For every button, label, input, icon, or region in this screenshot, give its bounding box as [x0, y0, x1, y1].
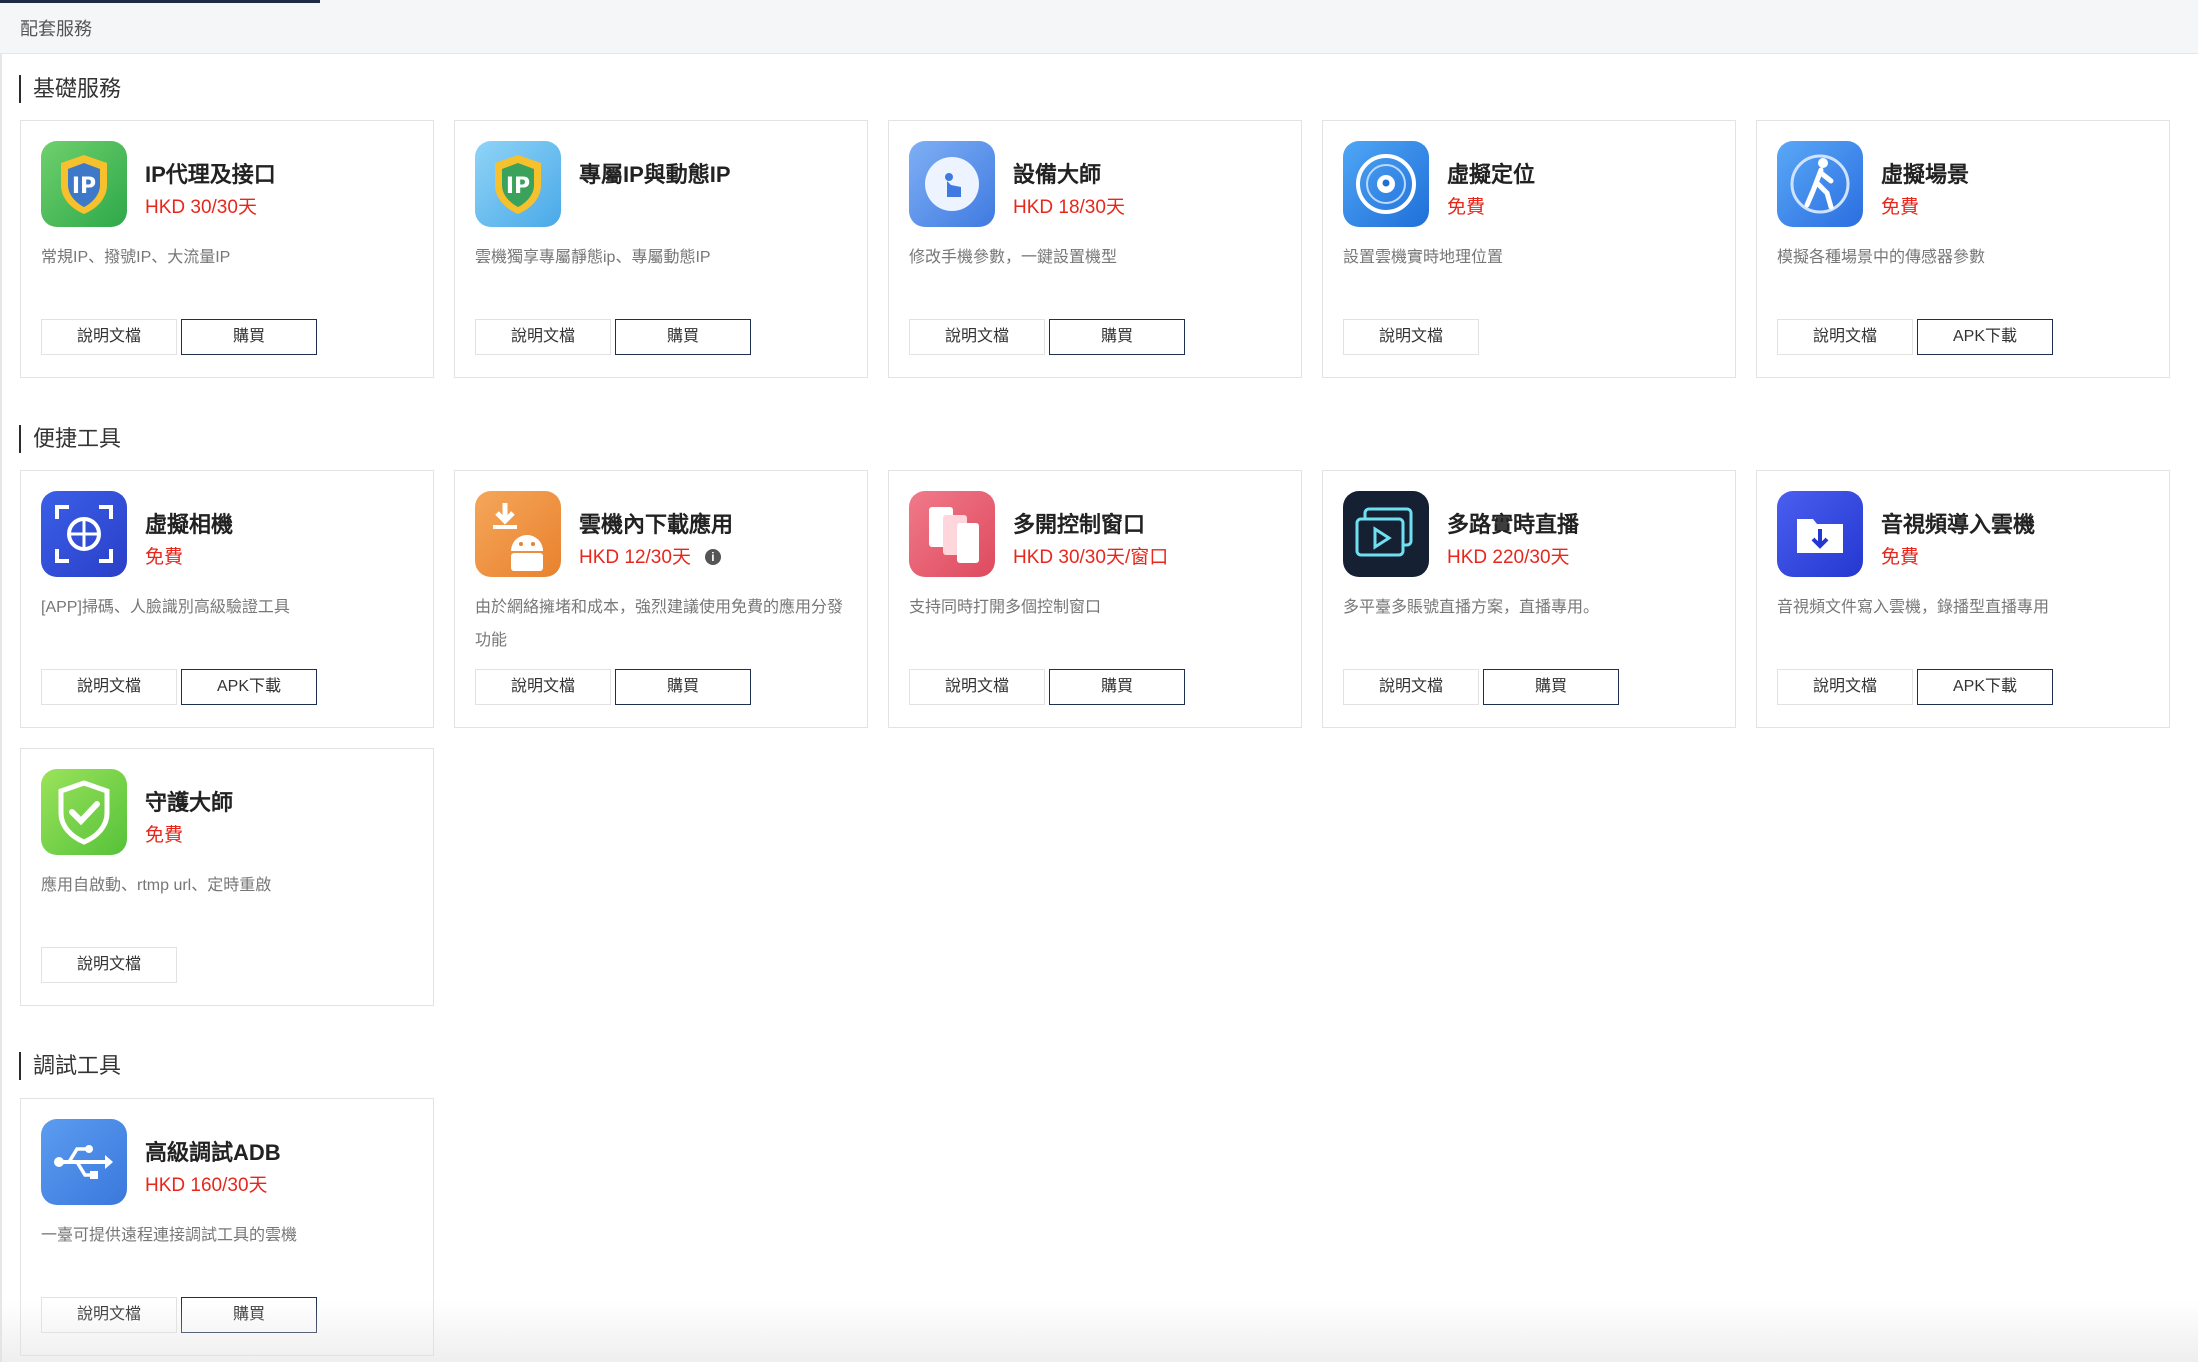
buy-button[interactable]: 購買 — [181, 319, 317, 355]
service-price: HKD 30/30天/窗口 — [1013, 547, 1169, 568]
service-card-ip-proxy: IP IP代理及接口 HKD 30/30天 常規IP、撥號IP、大流量IP 說明… — [20, 120, 434, 378]
documentation-button[interactable]: 說明文檔 — [909, 669, 1045, 705]
service-price: HKD 160/30天 — [145, 1175, 268, 1196]
service-name: 虛擬相機 — [145, 512, 234, 537]
service-price: 免費 — [1881, 547, 1920, 568]
service-description: 模擬各種場景中的傳感器參數 — [1777, 249, 1986, 266]
price-text: HKD 12/30天 — [579, 547, 691, 568]
service-name: 音視頻導入雲機 — [1881, 512, 2036, 537]
info-icon[interactable]: i — [704, 549, 721, 565]
documentation-button[interactable]: 說明文檔 — [1343, 319, 1479, 355]
buy-button[interactable]: 購買 — [181, 1297, 317, 1333]
buy-button[interactable]: 購買 — [1049, 319, 1185, 355]
service-name: 守護大師 — [145, 790, 234, 815]
service-description: 一臺可提供遠程連接調試工具的雲機 — [41, 1227, 298, 1244]
section-title-tools: 便捷工具 — [19, 425, 121, 453]
service-card-adb: 高級調試ADB HKD 160/30天 一臺可提供遠程連接調試工具的雲機 說明文… — [20, 1098, 434, 1356]
documentation-button[interactable]: 說明文檔 — [41, 669, 177, 705]
documentation-button[interactable]: 說明文檔 — [909, 319, 1045, 355]
folder-download-icon — [1777, 491, 1863, 577]
multi-window-icon — [909, 491, 995, 577]
service-description: [APP]掃碼、人臉識別高級驗證工具 — [41, 599, 290, 616]
apk-download-button[interactable]: APK下載 — [181, 669, 317, 705]
svg-text:IP: IP — [506, 174, 530, 199]
left-border — [0, 54, 2, 1362]
documentation-button[interactable]: 說明文檔 — [41, 1297, 177, 1333]
touch-icon — [909, 141, 995, 227]
service-card-guard-master: 守護大師 免費 應用自啟動、rtmp url、定時重啟 說明文檔 — [20, 748, 434, 1006]
service-description: 應用自啟動、rtmp url、定時重啟 — [41, 877, 272, 894]
service-price: 免費 — [145, 547, 184, 568]
shield-check-icon — [41, 769, 127, 855]
header-bar: 配套服務 — [0, 0, 2198, 54]
service-price: HKD 30/30天 — [145, 197, 257, 218]
page: 配套服務 基礎服務 便捷工具 調試工具 IP IP代理及接口 HKD 30/30… — [0, 0, 2198, 1362]
section-title-debug: 調試工具 — [19, 1052, 121, 1080]
service-description: 由於網絡擁堵和成本，強烈建議使用免費的應用分發功能 — [475, 599, 844, 649]
location-radar-icon — [1343, 141, 1429, 227]
top-accent-line — [0, 0, 320, 3]
service-description: 多平臺多賬號直播方案，直播專用。 — [1343, 599, 1600, 616]
service-name: IP代理及接口 — [145, 162, 276, 187]
documentation-button[interactable]: 說明文檔 — [41, 947, 177, 983]
svg-text:IP: IP — [72, 174, 96, 199]
documentation-button[interactable]: 說明文檔 — [475, 669, 611, 705]
service-card-multi-window: 多開控制窗口 HKD 30/30天/窗口 支持同時打開多個控制窗口 說明文檔 購… — [888, 470, 1302, 728]
apk-download-button[interactable]: APK下載 — [1917, 319, 2053, 355]
service-description: 雲機獨享專屬靜態ip、專屬動態IP — [475, 249, 711, 266]
documentation-button[interactable]: 說明文檔 — [1343, 669, 1479, 705]
service-price: HKD 18/30天 — [1013, 197, 1125, 218]
service-card-virtual-scene: 虛擬場景 免費 模擬各種場景中的傳感器參數 說明文檔 APK下載 — [1756, 120, 2170, 378]
section-title-basic: 基礎服務 — [19, 75, 121, 103]
buy-button[interactable]: 購買 — [1483, 669, 1619, 705]
service-price: HKD 220/30天 — [1447, 547, 1570, 568]
documentation-button[interactable]: 說明文檔 — [475, 319, 611, 355]
service-description: 音視頻文件寫入雲機，錄播型直播專用 — [1777, 599, 2050, 616]
service-price: 免費 — [145, 825, 184, 846]
documentation-button[interactable]: 說明文檔 — [1777, 669, 1913, 705]
service-description: 設置雲機實時地理位置 — [1343, 249, 1504, 266]
service-card-virtual-location: 虛擬定位 免費 設置雲機實時地理位置 說明文檔 — [1322, 120, 1736, 378]
service-name: 高級調試ADB — [145, 1140, 281, 1165]
service-card-dedicated-ip: IP 專屬IP與動態IP 雲機獨享專屬靜態ip、專屬動態IP 說明文檔 購買 — [454, 120, 868, 378]
service-name: 專屬IP與動態IP — [579, 162, 731, 187]
service-name: 多開控制窗口 — [1013, 512, 1146, 537]
ip-shield-icon: IP — [41, 141, 127, 227]
service-description: 常規IP、撥號IP、大流量IP — [41, 249, 231, 266]
service-name: 虛擬場景 — [1881, 162, 1970, 187]
service-card-live-stream: 多路實時直播 HKD 220/30天 多平臺多賬號直播方案，直播專用。 說明文檔… — [1322, 470, 1736, 728]
buy-button[interactable]: 購買 — [615, 669, 751, 705]
service-price: HKD 12/30天 i — [579, 542, 721, 569]
page-title: 配套服務 — [20, 19, 92, 39]
service-description: 修改手機參數，一鍵設置機型 — [909, 249, 1118, 266]
android-download-icon — [475, 491, 561, 577]
service-card-device-master: 設備大師 HKD 18/30天 修改手機參數，一鍵設置機型 說明文檔 購買 — [888, 120, 1302, 378]
camera-scan-icon — [41, 491, 127, 577]
service-price: 免費 — [1881, 197, 1920, 218]
service-name: 設備大師 — [1013, 162, 1102, 187]
service-price: 免費 — [1447, 197, 1486, 218]
live-stream-icon — [1343, 491, 1429, 577]
service-name: 多路實時直播 — [1447, 512, 1580, 537]
apk-download-button[interactable]: APK下載 — [1917, 669, 2053, 705]
service-name: 雲機內下載應用 — [579, 512, 734, 537]
service-card-media-import: 音視頻導入雲機 免費 音視頻文件寫入雲機，錄播型直播專用 說明文檔 APK下載 — [1756, 470, 2170, 728]
service-name: 虛擬定位 — [1447, 162, 1536, 187]
walking-person-icon — [1777, 141, 1863, 227]
service-description: 支持同時打開多個控制窗口 — [909, 599, 1102, 616]
documentation-button[interactable]: 說明文檔 — [41, 319, 177, 355]
usb-icon — [41, 1119, 127, 1205]
documentation-button[interactable]: 說明文檔 — [1777, 319, 1913, 355]
ip-shield-icon: IP — [475, 141, 561, 227]
service-card-in-cloud-download: 雲機內下載應用 HKD 12/30天 i 由於網絡擁堵和成本，強烈建議使用免費的應… — [454, 470, 868, 728]
buy-button[interactable]: 購買 — [615, 319, 751, 355]
service-card-virtual-camera: 虛擬相機 免費 [APP]掃碼、人臉識別高級驗證工具 說明文檔 APK下載 — [20, 470, 434, 728]
buy-button[interactable]: 購買 — [1049, 669, 1185, 705]
